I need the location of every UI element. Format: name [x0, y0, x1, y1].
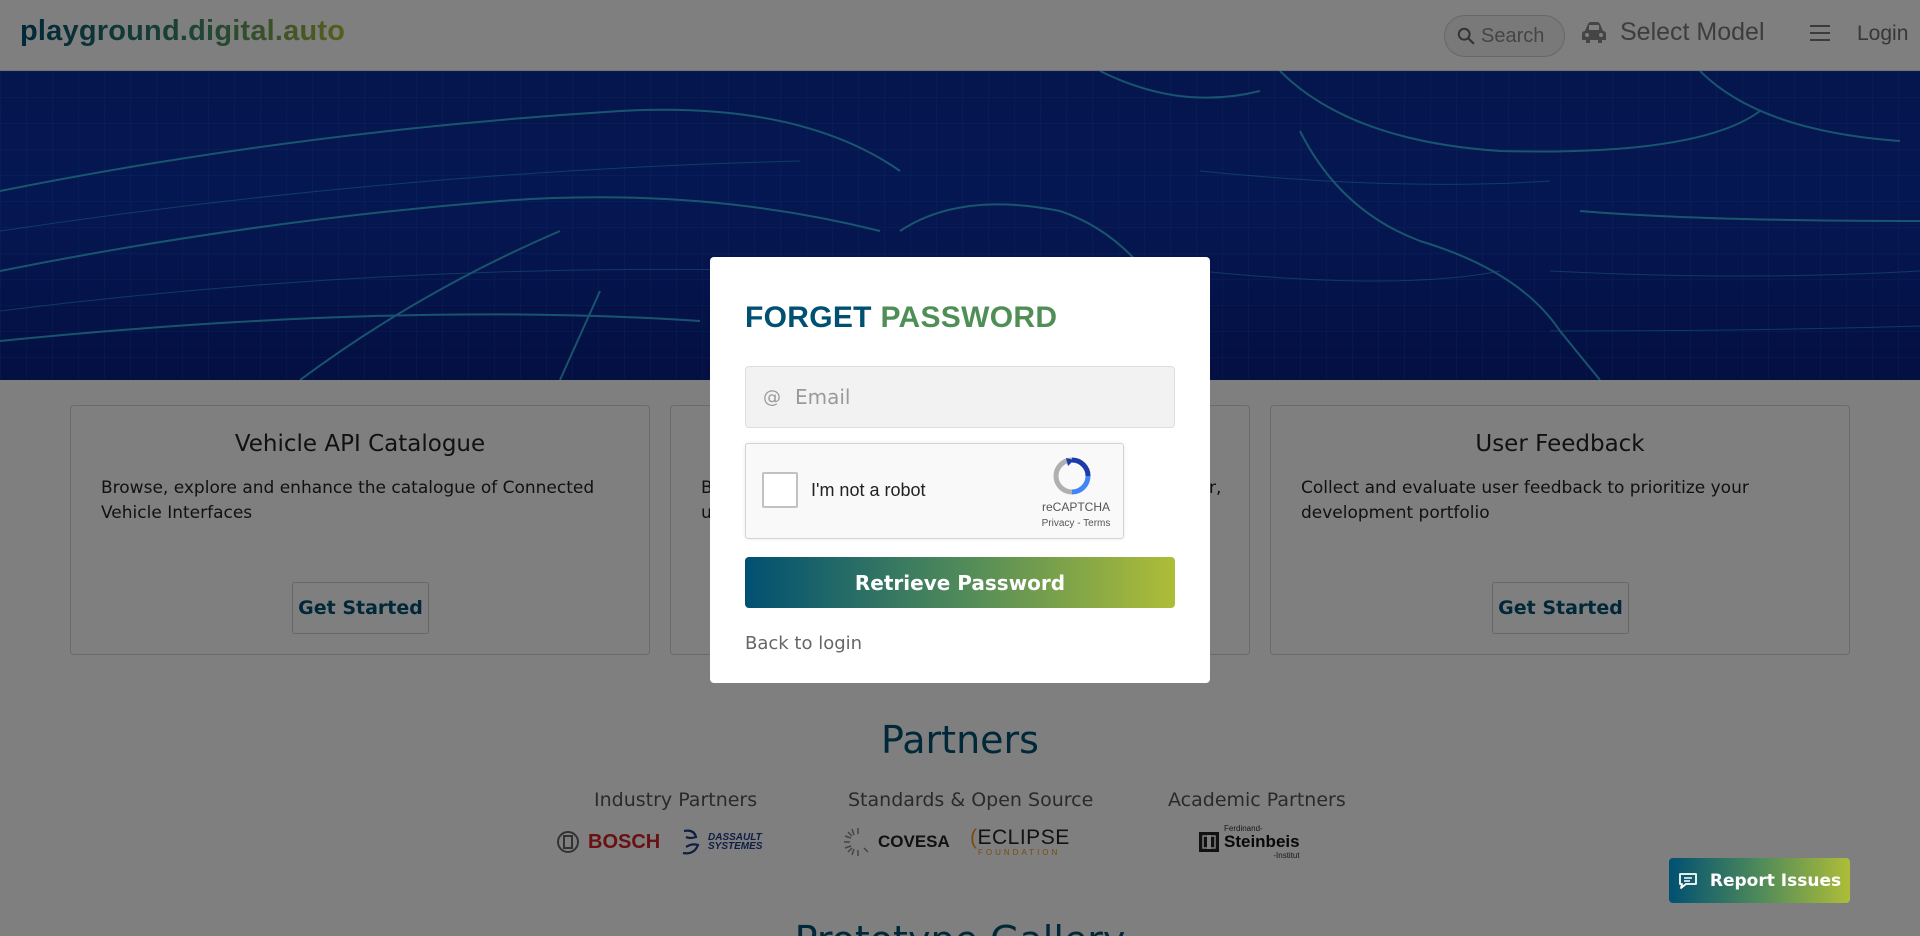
report-issues-button[interactable]: Report Issues	[1669, 858, 1850, 903]
retrieve-password-button[interactable]: Retrieve Password	[745, 557, 1175, 608]
recaptcha-logo-icon	[1053, 457, 1091, 495]
forget-password-dialog: FORGET PASSWORD @ I'm not a robot reCAPT…	[710, 257, 1210, 683]
dialog-title-part1: FORGET	[745, 301, 872, 334]
dialog-title-part2: PASSWORD	[880, 301, 1058, 334]
report-issues-label: Report Issues	[1709, 870, 1842, 891]
at-icon: @	[763, 386, 781, 408]
recaptcha-widget: I'm not a robot reCAPTCHA Privacy - Term…	[745, 443, 1124, 539]
dialog-title: FORGET PASSWORD	[745, 301, 1057, 335]
email-input[interactable]	[795, 385, 1155, 409]
chat-bubble-icon	[1678, 872, 1697, 889]
recaptcha-privacy-terms[interactable]: Privacy - Terms	[1026, 518, 1126, 529]
recaptcha-brand: reCAPTCHA	[1041, 500, 1110, 514]
recaptcha-checkbox[interactable]	[762, 472, 798, 508]
recaptcha-label: I'm not a robot	[811, 480, 926, 500]
back-to-login-link[interactable]: Back to login	[745, 633, 862, 654]
email-field[interactable]: @	[745, 366, 1175, 428]
